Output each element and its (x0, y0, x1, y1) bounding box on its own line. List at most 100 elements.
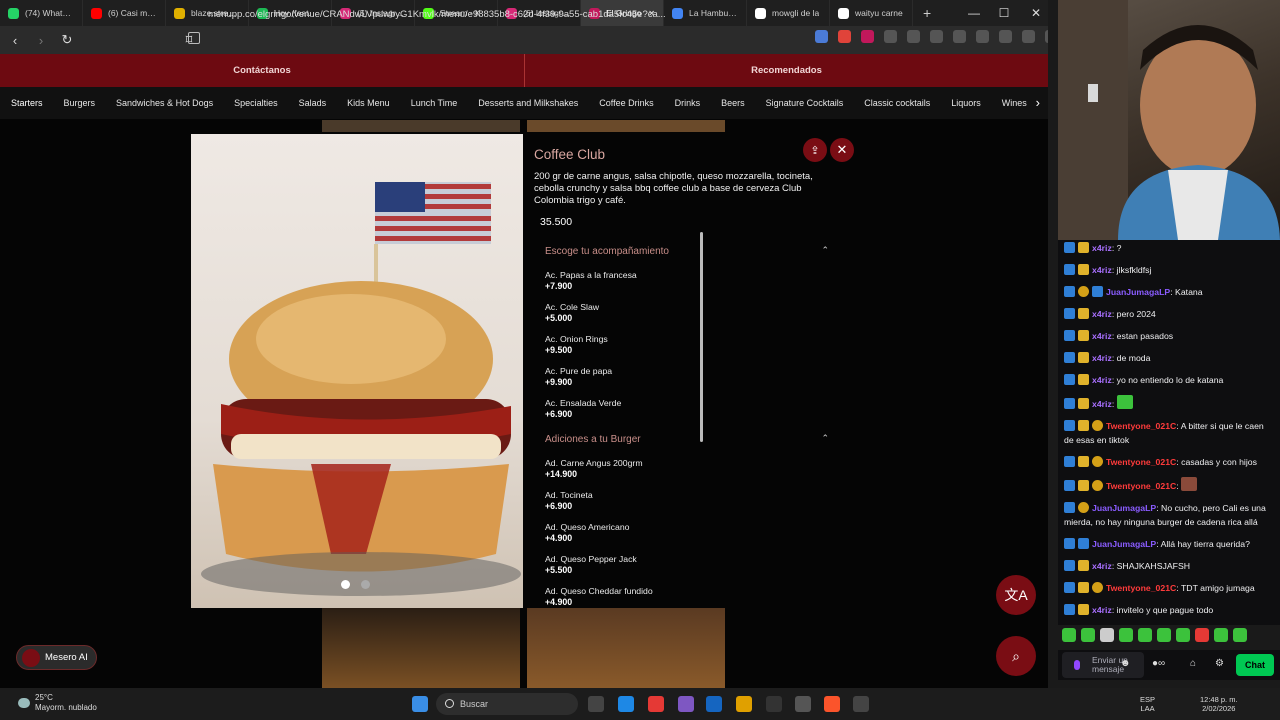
emote-icon[interactable] (1100, 628, 1114, 642)
category-tab[interactable]: Classic cocktails (864, 98, 930, 108)
chat-username[interactable]: x4riz (1092, 265, 1112, 275)
extension-icon[interactable] (907, 30, 920, 43)
chat-username[interactable]: x4riz (1092, 561, 1112, 571)
chat-username[interactable]: Twentyone_021C (1106, 457, 1176, 467)
search-button[interactable]: ⌕ (996, 636, 1036, 676)
contact-link[interactable]: Contáctanos (0, 54, 524, 87)
emote-icon[interactable] (1138, 628, 1152, 642)
option-item[interactable]: Ac. Onion Rings +9.500 (545, 334, 829, 356)
chat-username[interactable]: Twentyone_021C (1106, 421, 1176, 431)
wallet-icon[interactable] (999, 30, 1012, 43)
category-tab[interactable]: Desserts and Milkshakes (478, 98, 578, 108)
category-tab[interactable]: Sandwiches & Hot Dogs (116, 98, 213, 108)
store-app-icon[interactable] (706, 696, 722, 712)
chat-username[interactable]: Twentyone_021C (1106, 583, 1176, 593)
extension-icon[interactable] (953, 30, 966, 43)
chat-username[interactable]: x4riz (1092, 353, 1112, 363)
option-item[interactable]: Ac. Cole Slaw +5.000 (545, 302, 829, 324)
chevron-up-icon[interactable]: ⌃ (821, 245, 829, 256)
chat-username[interactable]: Twentyone_021C (1106, 481, 1176, 491)
option-item[interactable]: Ad. Queso Cheddar fundido +4.900 (545, 586, 829, 608)
option-item[interactable]: Ac. Ensalada Verde +6.900 (545, 398, 829, 420)
gear-icon[interactable]: ⚙ (1215, 658, 1224, 669)
emote-icon[interactable] (1062, 628, 1076, 642)
back-icon[interactable]: ‹ (4, 29, 26, 51)
option-item[interactable]: Ac. Pure de papa +9.900 (545, 366, 829, 388)
maximize-icon[interactable]: ☐ (988, 0, 1020, 26)
chrome-icon[interactable] (648, 696, 664, 712)
edge-icon[interactable] (618, 696, 634, 712)
category-tab[interactable]: Liquors (951, 98, 981, 108)
translate-button[interactable]: 文A (996, 575, 1036, 615)
option-item[interactable]: Ad. Queso Americano +4.900 (545, 522, 829, 544)
option-item[interactable]: Ac. Papas a la francesa +7.900 (545, 270, 829, 292)
browser-tab[interactable]: mowgli de la (747, 0, 830, 26)
chat-username[interactable]: JuanJumagaLP (1106, 287, 1170, 297)
url-field[interactable]: menupp.co/elgringo/venue/CRANdwLVpuwbyG1… (180, 5, 750, 23)
emote-icon[interactable] (1214, 628, 1228, 642)
chat-username[interactable]: JuanJumagaLP (1092, 503, 1156, 513)
microphone-icon[interactable] (1074, 660, 1080, 670)
recommended-link[interactable]: Recomendados (524, 54, 1048, 87)
chat-send-button[interactable]: Chat (1236, 654, 1274, 676)
category-tab[interactable]: Specialties (234, 98, 278, 108)
reload-icon[interactable]: ↻ (56, 29, 78, 51)
chat-username[interactable]: x4riz (1092, 375, 1112, 385)
taskbar-search[interactable]: Buscar (436, 693, 578, 715)
emote-icon[interactable] (1176, 628, 1190, 642)
category-tab[interactable]: Kids Menu (347, 98, 390, 108)
option-item[interactable]: Ad. Queso Pepper Jack +5.500 (545, 554, 829, 576)
windows-start-icon[interactable] (412, 696, 428, 712)
carousel-dot[interactable] (341, 580, 350, 589)
chat-username[interactable]: x4riz (1092, 243, 1112, 253)
chat-username[interactable]: x4riz (1092, 309, 1112, 319)
extension-icon[interactable] (838, 30, 851, 43)
new-tab-button[interactable]: + (913, 5, 941, 21)
emote-picker-icon[interactable]: ☻ (1120, 658, 1131, 669)
brave-icon[interactable] (824, 696, 840, 712)
site-info-icon[interactable] (188, 32, 200, 44)
category-tab[interactable]: Starters (11, 98, 43, 108)
extension-icon[interactable] (861, 30, 874, 43)
option-item[interactable]: Ad. Carne Angus 200grm +14.900 (545, 458, 829, 480)
store-icon[interactable]: ⌂ (1190, 658, 1196, 669)
emote-icon[interactable] (1233, 628, 1247, 642)
category-tab[interactable]: Coffee Drinks (599, 98, 653, 108)
close-icon[interactable]: ✕ (830, 138, 854, 162)
chat-username[interactable]: x4riz (1092, 605, 1112, 615)
emote-icon[interactable] (1119, 628, 1133, 642)
app-icon[interactable] (678, 696, 694, 712)
option-item[interactable]: Ad. Tocineta +6.900 (545, 490, 829, 512)
menu-card-image[interactable] (527, 120, 725, 132)
task-view-icon[interactable] (588, 696, 604, 712)
language-indicator[interactable]: ESP LAA (1140, 695, 1155, 713)
sidebar-icon[interactable] (976, 30, 989, 43)
chevron-right-icon[interactable]: › (1036, 95, 1040, 110)
category-tab[interactable]: Lunch Time (411, 98, 458, 108)
chat-username[interactable]: JuanJumagaLP (1092, 539, 1156, 549)
leo-ai-icon[interactable] (1022, 30, 1035, 43)
browser-tab[interactable]: (6) Casi muero (83, 0, 166, 26)
obs-icon[interactable] (853, 696, 869, 712)
chat-username[interactable]: x4riz (1092, 399, 1112, 409)
menu-card-image[interactable] (527, 608, 725, 688)
menu-card-image[interactable] (322, 120, 520, 132)
carousel-dot[interactable] (361, 580, 370, 589)
category-tab[interactable]: Burgers (64, 98, 96, 108)
share-icon[interactable]: ⇪ (803, 138, 827, 162)
forward-icon[interactable]: › (30, 29, 52, 51)
category-tab[interactable]: Salads (299, 98, 327, 108)
translate-icon[interactable] (815, 30, 828, 43)
mesero-ai-button[interactable]: Mesero AI (16, 645, 97, 670)
menu-card-image[interactable] (322, 608, 520, 688)
category-tab[interactable]: Drinks (675, 98, 701, 108)
extension-icon[interactable] (930, 30, 943, 43)
minimize-icon[interactable]: — (958, 0, 990, 26)
chat-username[interactable]: x4riz (1092, 331, 1112, 341)
extension-icon[interactable] (884, 30, 897, 43)
emote-icon[interactable] (1081, 628, 1095, 642)
section-header[interactable]: Escoge tu acompañamiento ⌃ (545, 245, 829, 260)
browser-tab[interactable]: waityu carne (830, 0, 913, 26)
chevron-up-icon[interactable]: ⌃ (821, 433, 829, 444)
category-tab[interactable]: Wines (1002, 98, 1027, 108)
